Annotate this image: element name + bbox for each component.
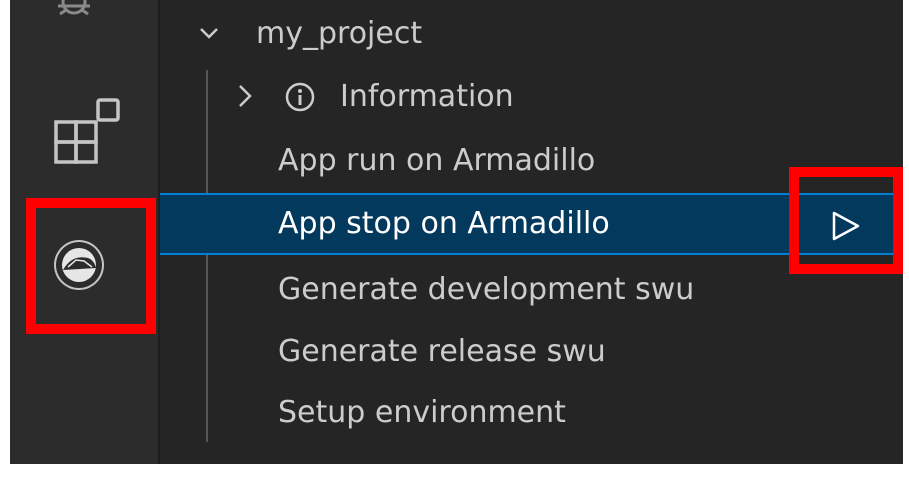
frame-bottom-border — [0, 464, 909, 484]
info-icon — [284, 81, 316, 113]
frame-right-border — [903, 0, 909, 484]
project-label: my_project — [256, 16, 423, 51]
chevron-right-icon — [234, 83, 256, 113]
generate-dev-swu-label: Generate development swu — [278, 272, 695, 307]
frame-left-border — [0, 0, 10, 484]
information-label: Information — [340, 79, 514, 114]
tree-item-generate-release-swu[interactable]: Generate release swu — [160, 322, 903, 382]
tree-item-information[interactable]: Information — [160, 67, 903, 127]
chevron-down-icon — [198, 22, 220, 48]
setup-environment-label: Setup environment — [278, 395, 566, 430]
debug-icon[interactable] — [54, 0, 94, 22]
tree-item-setup-environment[interactable]: Setup environment — [160, 383, 903, 443]
app-stop-label: App stop on Armadillo — [278, 206, 610, 241]
run-button-highlight — [789, 167, 903, 274]
armadillo-extension-highlight — [26, 198, 156, 334]
generate-release-swu-label: Generate release swu — [278, 334, 606, 369]
extensions-icon[interactable] — [54, 96, 124, 166]
tree-item-my-project[interactable]: my_project — [160, 4, 903, 64]
app-run-label: App run on Armadillo — [278, 143, 596, 178]
